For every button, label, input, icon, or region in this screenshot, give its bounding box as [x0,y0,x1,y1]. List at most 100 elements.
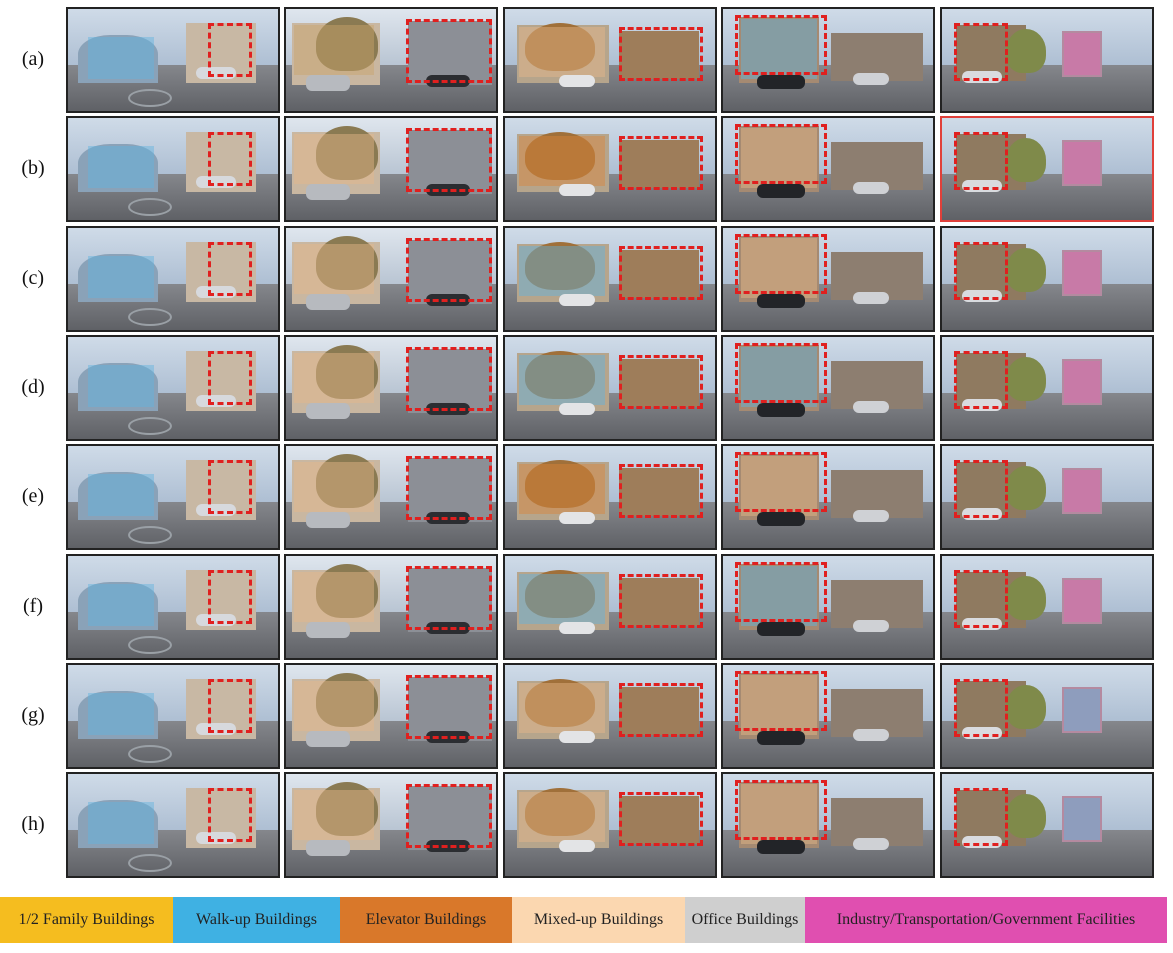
legend-item: Office Buildings [685,897,805,943]
class-tint [294,680,374,731]
car [853,400,889,413]
panorama-panel [284,444,498,551]
class-tint [1064,798,1100,841]
detection-box [619,27,703,81]
class-tint [294,25,374,75]
panorama-panel [503,7,717,113]
car [757,402,805,417]
legend-item: Industry/Transportation/Government Facil… [805,897,1167,943]
car [559,840,595,853]
car [559,402,595,415]
figure-grid: (a) (b) (c) (d) (e) (f) (g) (h) [0,0,1173,953]
detection-box [954,788,1008,847]
panorama-panel [66,334,280,441]
class-tint [88,255,154,298]
detection-box [208,788,252,843]
car [853,182,889,195]
car [757,840,805,855]
car [559,293,595,306]
panorama-panel [721,7,935,113]
class-tint [294,571,374,622]
tree [1006,684,1046,729]
panorama-panel [721,334,935,441]
class-tint [519,245,605,296]
car [559,75,595,87]
car [559,512,595,525]
panorama-panel [284,334,498,441]
panorama-panel [284,7,498,113]
class-tint [88,474,154,517]
detection-box [735,780,827,841]
car [306,293,350,310]
manhole [128,635,172,654]
class-tint [88,802,154,845]
detection-box [735,124,827,185]
car [853,73,889,85]
tree [1006,466,1046,511]
detection-box [208,678,252,733]
row-label: (g) [21,703,45,726]
class-tint [1064,360,1100,403]
detection-box [619,245,703,300]
panorama-panel [284,116,498,223]
class-tint [88,364,154,407]
detection-box [954,678,1008,737]
tree [1006,794,1046,839]
panorama-panel [66,116,280,223]
detection-box [735,342,827,403]
manhole [128,854,172,873]
tree [1006,356,1046,401]
detection-box [208,460,252,515]
class-tint [1064,688,1100,731]
legend-item: Elevator Buildings [340,897,512,943]
car [306,621,350,638]
panorama-panel [284,553,498,660]
car [306,75,350,91]
class-tint [294,790,374,841]
detection-box [954,23,1008,81]
class-tint [88,583,154,626]
detection-box [954,460,1008,519]
detection-box [406,19,492,83]
car [306,840,350,857]
detection-box [619,682,703,737]
panorama-panel [721,116,935,223]
legend-item: 1/2 Family Buildings [0,897,173,943]
class-tint [1064,251,1100,294]
panorama-panel [66,444,280,551]
detection-box [406,565,492,630]
class-tint [519,682,605,733]
detection-box [619,792,703,847]
panorama-panel [940,662,1154,769]
panorama-panel [503,553,717,660]
panorama-panel [940,7,1154,113]
class-tint [519,136,605,187]
class-tint [294,462,374,513]
detection-box [208,23,252,77]
tree [1006,247,1046,292]
legend-item: Mixed-up Buildings [512,897,685,943]
detection-box [954,350,1008,409]
panorama-panel [940,772,1154,879]
detection-box [954,569,1008,628]
row-label: (c) [21,266,45,289]
car [306,730,350,747]
legend: 1/2 Family Buildings Walk-up Buildings Ele… [0,897,1173,943]
detection-box [735,233,827,294]
panorama-panel [66,772,280,879]
detection-box [735,670,827,731]
class-tint [1064,142,1100,185]
class-tint [294,243,374,294]
manhole [128,416,172,435]
detection-box [406,784,492,849]
panorama-panel [503,225,717,332]
manhole [128,307,172,326]
tree [1006,575,1046,620]
row-label: (a) [21,48,45,70]
panorama-panel [503,444,717,551]
class-tint [294,134,374,185]
car [757,184,805,199]
car [306,402,350,419]
detection-box [406,128,492,193]
car [559,184,595,197]
